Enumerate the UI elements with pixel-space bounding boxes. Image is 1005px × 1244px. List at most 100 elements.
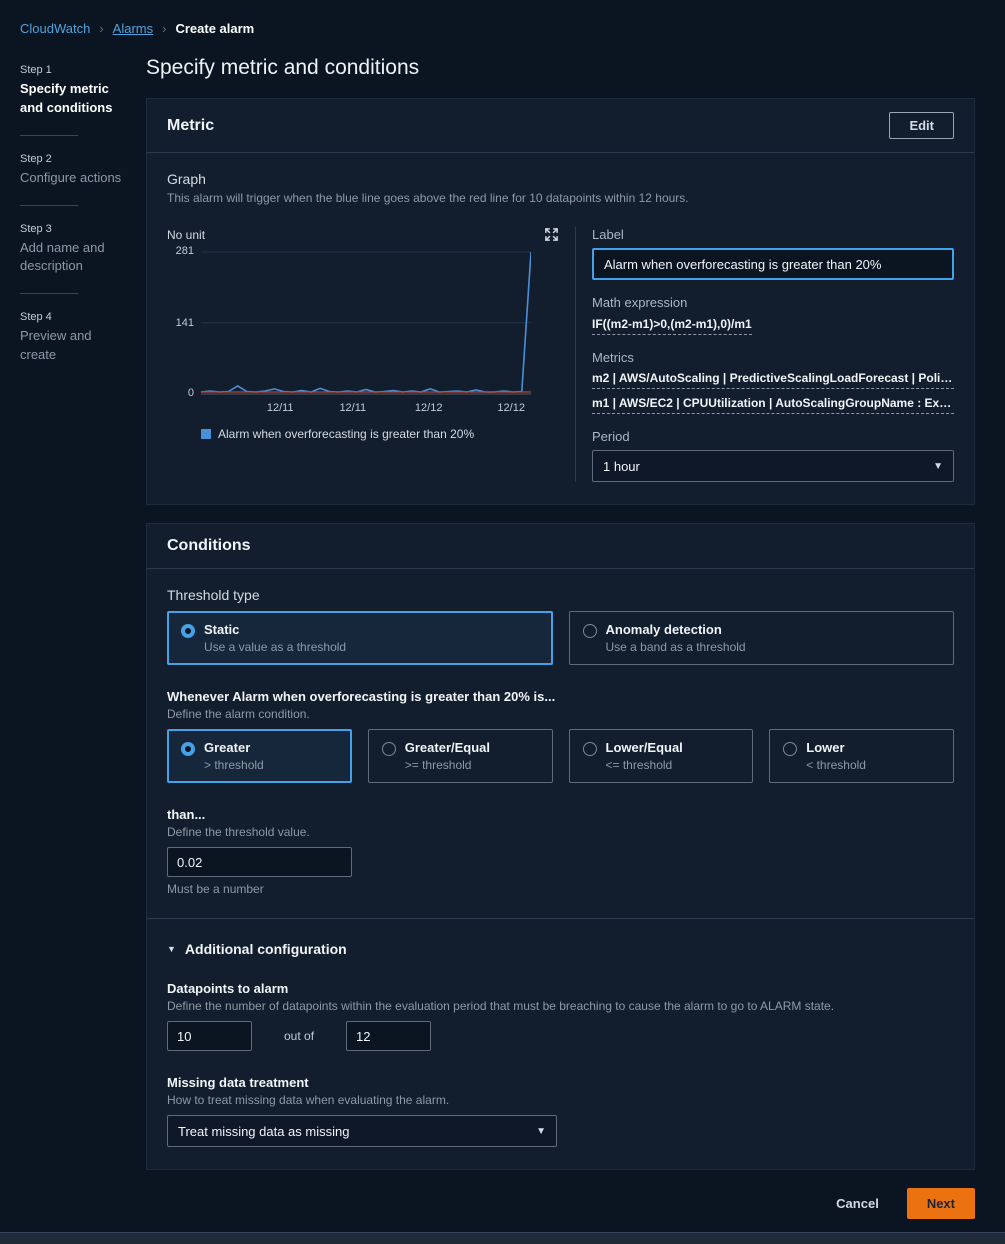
condition-lower-equal-option[interactable]: Lower/Equal <= threshold (569, 729, 754, 783)
condition-greater-equal-option[interactable]: Greater/Equal >= threshold (368, 729, 553, 783)
x-tick: 12/11 (339, 402, 366, 414)
step-4-preview-create[interactable]: Step 4 Preview and create (20, 311, 130, 365)
legend-swatch-icon (201, 429, 211, 439)
metric-panel: Metric Edit Graph This alarm will trigge… (146, 98, 975, 505)
radio-checked-icon (181, 624, 195, 638)
metric-panel-title: Metric (167, 117, 214, 135)
expand-icon[interactable] (544, 227, 559, 242)
radio-unchecked-icon (382, 742, 396, 756)
option-title: Anomaly detection (606, 622, 746, 637)
breadcrumb: CloudWatch › Alarms › Create alarm (0, 0, 1005, 40)
missing-data-select[interactable]: Treat missing data as missing ▼ (167, 1115, 557, 1147)
conditions-panel-body: Threshold type Static Use a value as a t… (147, 569, 974, 1169)
step-number: Step 1 (20, 64, 130, 76)
option-title: Lower (806, 740, 866, 755)
label-field: Label (592, 227, 954, 280)
datapoints-description: Define the number of datapoints within t… (167, 999, 954, 1013)
metric-panel-body: Graph This alarm will trigger when the b… (147, 153, 974, 504)
graph-label: Graph (167, 171, 954, 187)
additional-configuration-toggle[interactable]: ▼ Additional configuration (167, 941, 954, 957)
legend-label: Alarm when overforecasting is greater th… (218, 427, 474, 441)
breadcrumb-cloudwatch[interactable]: CloudWatch (20, 21, 90, 36)
metric-fields: Label Math expression IF((m2-m1)>0,(m2-m… (592, 227, 954, 482)
period-label: Period (592, 429, 954, 444)
metric-chart: No unit 281 141 (167, 227, 559, 482)
option-description: <= threshold (606, 758, 683, 772)
y-tick: 0 (188, 387, 194, 399)
chevron-down-icon: ▼ (933, 461, 943, 472)
label-input[interactable] (592, 248, 954, 280)
conditions-panel-title: Conditions (167, 537, 251, 555)
cancel-button[interactable]: Cancel (836, 1196, 879, 1211)
option-title: Lower/Equal (606, 740, 683, 755)
chevron-right-icon: › (99, 21, 103, 36)
datapoints-breaching-input[interactable] (167, 1021, 252, 1051)
breadcrumb-current: Create alarm (175, 21, 254, 36)
than-label: than... (167, 807, 954, 822)
metrics-field: Metrics m2 | AWS/AutoScaling | Predictiv… (592, 350, 954, 414)
period-select[interactable]: 1 hour ▼ (592, 450, 954, 482)
step-number: Step 2 (20, 153, 130, 165)
datapoints-evaluation-input[interactable] (346, 1021, 431, 1051)
condition-greater-option[interactable]: Greater > threshold (167, 729, 352, 783)
option-description: > threshold (204, 758, 264, 772)
step-label: Preview and create (20, 327, 130, 365)
threshold-type-anomaly-option[interactable]: Anomaly detection Use a band as a thresh… (569, 611, 955, 665)
step-divider (20, 135, 78, 136)
console-footer-bar (0, 1232, 1005, 1244)
page-layout: Step 1 Specify metric and conditions Ste… (0, 40, 1005, 1219)
threshold-type-static-option[interactable]: Static Use a value as a threshold (167, 611, 553, 665)
steps-nav: Step 1 Specify metric and conditions Ste… (20, 40, 130, 1219)
step-label: Add name and description (20, 239, 130, 277)
graph-description: This alarm will trigger when the blue li… (167, 191, 954, 205)
step-3-add-name[interactable]: Step 3 Add name and description (20, 223, 130, 277)
option-title: Greater (204, 740, 264, 755)
conditions-panel-header: Conditions (147, 524, 974, 569)
section-divider (147, 918, 974, 919)
metric-panel-header: Metric Edit (147, 99, 974, 153)
missing-data-label: Missing data treatment (167, 1075, 954, 1090)
option-title: Static (204, 622, 346, 637)
threshold-type-label: Threshold type (167, 587, 954, 603)
chevron-right-icon: › (162, 21, 166, 36)
missing-data-description: How to treat missing data when evaluatin… (167, 1093, 954, 1107)
condition-lower-option[interactable]: Lower < threshold (769, 729, 954, 783)
step-label: Specify metric and conditions (20, 80, 130, 118)
datapoints-label: Datapoints to alarm (167, 981, 954, 996)
chart-unit-label: No unit (167, 228, 205, 242)
than-description: Define the threshold value. (167, 825, 954, 839)
out-of-label: out of (284, 1029, 314, 1043)
metric-m2-value[interactable]: m2 | AWS/AutoScaling | PredictiveScaling… (592, 371, 954, 389)
whenever-label: Whenever Alarm when overforecasting is g… (167, 689, 954, 704)
math-expression-field: Math expression IF((m2-m1)>0,(m2-m1),0)/… (592, 295, 954, 335)
metric-m1-value[interactable]: m1 | AWS/EC2 | CPUUtilization | AutoScal… (592, 396, 954, 414)
radio-unchecked-icon (583, 742, 597, 756)
wizard-actions: Cancel Next (146, 1188, 975, 1219)
next-button[interactable]: Next (907, 1188, 975, 1219)
step-divider (20, 293, 78, 294)
metrics-label: Metrics (592, 350, 954, 365)
breadcrumb-alarms[interactable]: Alarms (113, 21, 153, 36)
step-1-specify-metric[interactable]: Step 1 Specify metric and conditions (20, 64, 130, 118)
chart-x-axis: 12/11 12/11 12/12 12/12 (201, 402, 531, 417)
radio-checked-icon (181, 742, 195, 756)
conditions-panel: Conditions Threshold type Static Use a v… (146, 523, 975, 1170)
option-description: < threshold (806, 758, 866, 772)
missing-data-selected-value: Treat missing data as missing (178, 1124, 349, 1139)
edit-button[interactable]: Edit (889, 112, 954, 139)
option-description: Use a band as a threshold (606, 640, 746, 654)
threshold-hint: Must be a number (167, 882, 954, 896)
x-tick: 12/11 (267, 402, 294, 414)
option-title: Greater/Equal (405, 740, 490, 755)
period-selected-value: 1 hour (603, 459, 640, 474)
radio-unchecked-icon (583, 624, 597, 638)
y-tick: 281 (176, 245, 194, 257)
step-number: Step 4 (20, 311, 130, 323)
step-2-configure-actions[interactable]: Step 2 Configure actions (20, 153, 130, 188)
threshold-value-input[interactable] (167, 847, 352, 877)
additional-configuration-title: Additional configuration (185, 941, 347, 957)
vertical-divider (575, 227, 576, 482)
step-number: Step 3 (20, 223, 130, 235)
y-tick: 141 (176, 317, 194, 329)
math-expression-value[interactable]: IF((m2-m1)>0,(m2-m1),0)/m1 (592, 317, 752, 335)
